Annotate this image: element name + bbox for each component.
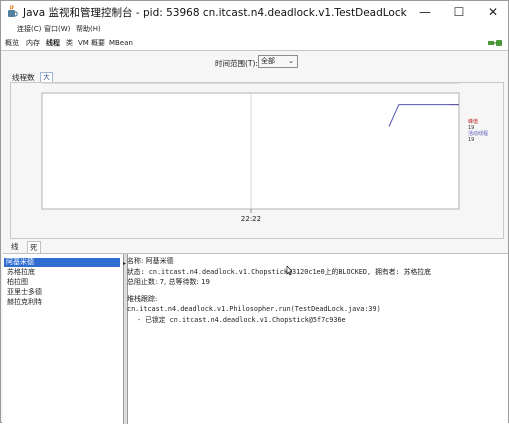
thread-counts: 总阻止数: 7, 总等待数: 19	[127, 278, 210, 286]
thread-state: 状态: cn.itcast.n4.deadlock.v1.Chopstick@3…	[127, 267, 431, 276]
tab-classes[interactable]: 类	[66, 36, 73, 50]
tab-memory[interactable]: 内存	[26, 36, 40, 50]
legend-live-value: 19	[468, 137, 475, 143]
thread-count-chart: 20 15 10 22:22 峰值 19 活动线程 19	[10, 82, 504, 239]
thread-name: 名称: 阿基米德	[127, 257, 174, 265]
list-item[interactable]: 苏格拉底	[5, 268, 37, 277]
list-item[interactable]: 柏拉图	[5, 278, 30, 287]
main-tab-bar: 概览 内存 线程 类 VM 概要 MBean	[1, 36, 508, 51]
menu-connection[interactable]: 连接(C)	[17, 23, 41, 36]
menu-window[interactable]: 窗口(W)	[44, 23, 70, 36]
thread-list: 阿基米德 苏格拉底 柏拉图 亚里士多德 赫拉克利特	[3, 254, 121, 424]
minimize-button[interactable]: —	[412, 3, 438, 21]
java-cup-icon	[8, 5, 18, 17]
collapse-arrow-icon[interactable]: ▸	[123, 260, 126, 267]
close-button[interactable]: ✕	[480, 3, 506, 21]
title-bar: Java 监视和管理控制台 - pid: 53968 cn.itcast.n4.…	[1, 1, 508, 23]
chart-legend: 峰值 19 活动线程 19	[468, 119, 488, 143]
subtab-deadlock[interactable]: 死锁	[27, 241, 41, 264]
list-item[interactable]: 赫拉克利特	[5, 298, 44, 307]
menu-help[interactable]: 帮助(H)	[76, 23, 101, 36]
mouse-cursor-icon	[286, 266, 292, 276]
threads-panel: 时间范围(T): 全部 ⌄ 线程数 大 20 15 10 22:22	[2, 51, 508, 424]
chart-plot: 20 15 10 22:22	[28, 83, 460, 223]
connection-plug-icon	[488, 40, 502, 46]
app-window: Java 监视和管理控制台 - pid: 53968 cn.itcast.n4.…	[0, 0, 509, 424]
y-tick-10: 10	[28, 83, 37, 85]
list-item[interactable]: 阿基米德	[4, 258, 120, 267]
time-range-label: 时间范围(T):	[215, 59, 258, 68]
chevron-down-icon: ⌄	[288, 57, 294, 65]
time-range-select[interactable]: 全部 ⌄	[258, 55, 298, 68]
locked-monitor: - 已锁定 cn.itcast.n4.deadlock.v1.Chopstick…	[137, 315, 346, 324]
deadlock-panel: 阿基米德 苏格拉底 柏拉图 亚里士多德 赫拉克利特 ▸ 名称: 阿基米德 状态:…	[3, 253, 508, 424]
x-tick-label: 22:22	[241, 215, 261, 223]
window-title: Java 监视和管理控制台 - pid: 53968 cn.itcast.n4.…	[23, 7, 407, 19]
stack-frame: cn.itcast.n4.deadlock.v1.Philosopher.run…	[127, 305, 381, 313]
tab-threads[interactable]: 线程	[46, 36, 60, 50]
thread-details: 名称: 阿基米德 状态: cn.itcast.n4.deadlock.v1.Ch…	[127, 256, 507, 325]
tab-overview[interactable]: 概览	[5, 36, 19, 50]
menu-bar: 连接(C) 窗口(W) 帮助(H)	[1, 23, 508, 36]
stack-trace-title: 堆栈跟踪:	[127, 294, 158, 303]
list-item[interactable]: 亚里士多德	[5, 288, 44, 297]
time-range-value: 全部	[261, 57, 275, 65]
tab-vm-summary[interactable]: VM 概要	[78, 36, 105, 50]
maximize-button[interactable]: ☐	[446, 3, 472, 21]
tab-mbeans[interactable]: MBean	[109, 36, 133, 50]
